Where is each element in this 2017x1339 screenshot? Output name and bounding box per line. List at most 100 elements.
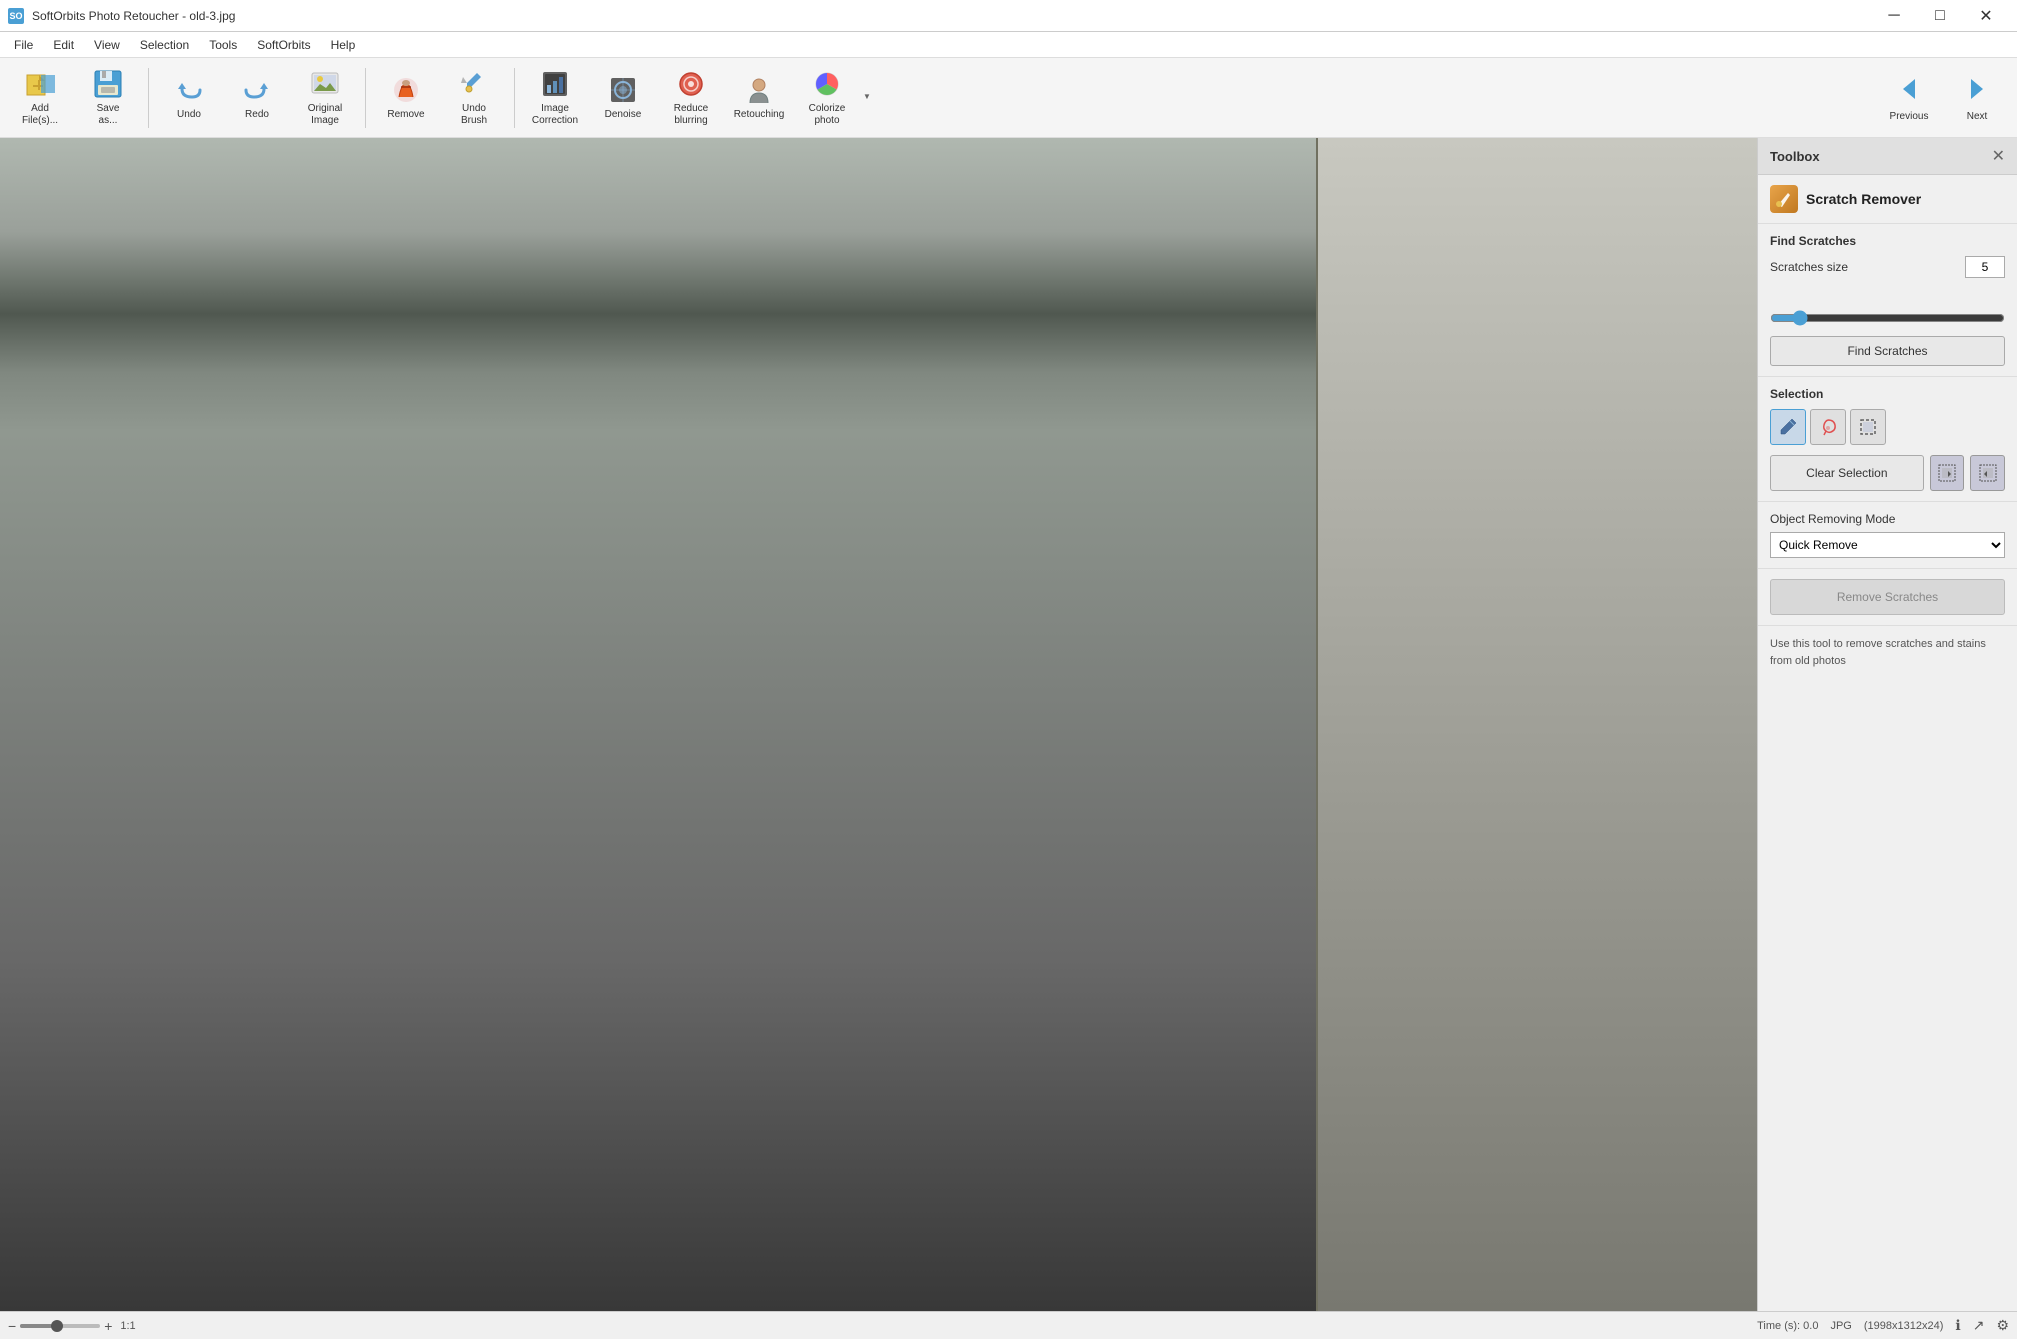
toolbar-sep-2 [365, 68, 366, 128]
retouching-label: Retouching [734, 109, 785, 121]
object-removing-mode-select[interactable]: Quick Remove Inpainting Background Fill [1770, 532, 2005, 558]
image-area[interactable] [0, 138, 1757, 1311]
add-files-label: AddFile(s)... [22, 103, 58, 127]
zoom-in-button[interactable]: + [104, 1318, 112, 1334]
undo-button[interactable]: Undo [157, 64, 221, 132]
scratch-remover-icon [1770, 185, 1798, 213]
original-image-icon [309, 69, 341, 100]
toolbox-title: Toolbox [1770, 149, 1820, 164]
toolbar: AddFile(s)... Saveas... Undo [0, 58, 2017, 138]
remove-icon [390, 74, 422, 106]
next-button[interactable]: Next [1945, 64, 2009, 132]
colorize-photo-icon [811, 69, 843, 100]
remove-scratches-section: Remove Scratches [1758, 569, 2017, 626]
previous-label: Previous [1890, 111, 1929, 123]
reduce-blurring-button[interactable]: Reduceblurring [659, 64, 723, 132]
next-arrow-icon [1961, 73, 1993, 108]
undo-brush-label: UndoBrush [461, 103, 487, 127]
rect-select-button[interactable] [1850, 409, 1886, 445]
menu-tools[interactable]: Tools [199, 34, 247, 56]
scratches-size-input[interactable] [1965, 256, 2005, 278]
menu-view[interactable]: View [84, 34, 130, 56]
original-image-button[interactable]: OriginalImage [293, 64, 357, 132]
toolbox-close-button[interactable]: ✕ [1992, 146, 2005, 166]
image-correction-label: ImageCorrection [532, 103, 578, 127]
object-removing-mode-label: Object Removing Mode [1770, 512, 2005, 526]
scratches-size-label: Scratches size [1770, 260, 1957, 274]
redo-label: Redo [245, 109, 269, 121]
save-as-button[interactable]: Saveas... [76, 64, 140, 132]
time-label: Time (s): 0.0 [1757, 1320, 1818, 1332]
retouching-button[interactable]: Retouching [727, 64, 791, 132]
zoom-control: − + [8, 1318, 112, 1334]
scratch-remover-title: Scratch Remover [1806, 191, 1921, 207]
menu-softorbits[interactable]: SoftOrbits [247, 34, 320, 56]
image-correction-icon [539, 69, 571, 100]
zoom-out-button[interactable]: − [8, 1318, 16, 1334]
format-label: JPG [1830, 1320, 1851, 1332]
help-text-section: Use this tool to remove scratches and st… [1758, 626, 2017, 679]
find-scratches-section-title: Find Scratches [1770, 234, 2005, 248]
app-icon: SO [8, 8, 24, 24]
scratch-remover-header: Scratch Remover [1758, 175, 2017, 224]
menu-bar: File Edit View Selection Tools SoftOrbit… [0, 32, 2017, 58]
undo-label: Undo [177, 109, 201, 121]
toolbox-panel: Toolbox ✕ Scratch Remover Find Scratches… [1757, 138, 2017, 1311]
maximize-button[interactable]: □ [1917, 0, 1963, 32]
status-bar: − + 1:1 Time (s): 0.0 JPG (1998x1312x24)… [0, 1311, 2017, 1339]
status-left: − + 1:1 [8, 1318, 136, 1334]
find-scratches-section: Find Scratches Scratches size Find Scrat… [1758, 224, 2017, 377]
denoise-button[interactable]: Denoise [591, 64, 655, 132]
menu-help[interactable]: Help [321, 34, 366, 56]
minimize-button[interactable]: ─ [1871, 0, 1917, 32]
toolbar-sep-1 [148, 68, 149, 128]
photo-scene [0, 138, 1757, 1311]
find-scratches-button[interactable]: Find Scratches [1770, 336, 2005, 366]
colorize-photo-label: Colorizephoto [809, 103, 846, 127]
expand-selection-button[interactable] [1930, 455, 1965, 491]
window-controls: ─ □ ✕ [1871, 0, 2009, 32]
remove-button[interactable]: Remove [374, 64, 438, 132]
zoom-label: 1:1 [120, 1320, 135, 1332]
original-image-label: OriginalImage [308, 103, 342, 127]
menu-file[interactable]: File [4, 34, 43, 56]
colorize-photo-button[interactable]: Colorizephoto [795, 64, 859, 132]
share-icon[interactable]: ↗ [1973, 1317, 1985, 1334]
main-layout: Toolbox ✕ Scratch Remover Find Scratches… [0, 138, 2017, 1311]
clear-selection-button[interactable]: Clear Selection [1770, 455, 1924, 491]
colorize-dropdown-arrow[interactable]: ▼ [863, 92, 871, 101]
previous-button[interactable]: Previous [1877, 64, 1941, 132]
save-as-icon [92, 69, 124, 100]
info-icon[interactable]: ℹ [1955, 1317, 1960, 1334]
pencil-select-button[interactable] [1770, 409, 1806, 445]
selection-action-row: Clear Selection [1770, 455, 2005, 491]
reduce-blurring-icon [675, 69, 707, 100]
object-removing-mode-section: Object Removing Mode Quick Remove Inpain… [1758, 502, 2017, 569]
contract-selection-button[interactable] [1970, 455, 2005, 491]
zoom-slider[interactable] [20, 1324, 100, 1328]
app-title: SoftOrbits Photo Retoucher - old-3.jpg [32, 9, 1863, 23]
menu-edit[interactable]: Edit [43, 34, 84, 56]
undo-brush-button[interactable]: UndoBrush [442, 64, 506, 132]
remove-scratches-button[interactable]: Remove Scratches [1770, 579, 2005, 615]
toolbox-header: Toolbox ✕ [1758, 138, 2017, 175]
status-right: Time (s): 0.0 JPG (1998x1312x24) ℹ ↗ ⚙ [1757, 1317, 2009, 1334]
scratches-size-slider-container [1770, 288, 2005, 326]
selection-section-title: Selection [1770, 387, 2005, 401]
add-files-button[interactable]: AddFile(s)... [8, 64, 72, 132]
scratches-size-slider[interactable] [1770, 310, 2005, 326]
selection-section: Selection [1758, 377, 2017, 502]
reduce-blurring-label: Reduceblurring [674, 103, 708, 127]
lasso-select-button[interactable] [1810, 409, 1846, 445]
menu-selection[interactable]: Selection [130, 34, 199, 56]
undo-icon [173, 74, 205, 106]
scratches-size-row: Scratches size [1770, 256, 2005, 278]
denoise-label: Denoise [605, 109, 642, 121]
remove-label: Remove [387, 109, 424, 121]
retouching-icon [743, 74, 775, 106]
next-label: Next [1967, 111, 1988, 123]
redo-button[interactable]: Redo [225, 64, 289, 132]
close-button[interactable]: ✕ [1963, 0, 2009, 32]
settings-icon[interactable]: ⚙ [1996, 1317, 2009, 1334]
image-correction-button[interactable]: ImageCorrection [523, 64, 587, 132]
